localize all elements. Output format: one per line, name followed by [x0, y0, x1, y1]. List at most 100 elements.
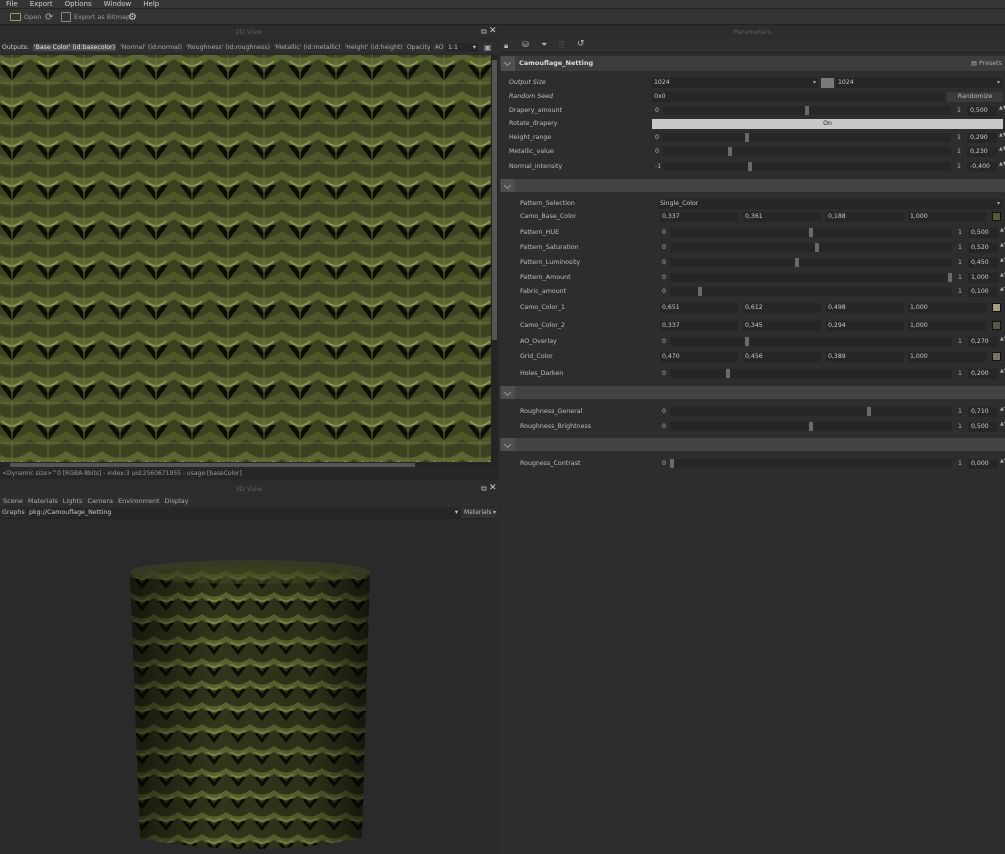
slider-thumb[interactable] [867, 407, 872, 416]
value-field[interactable]: 0,200 [968, 369, 998, 379]
value-field[interactable]: 0,710 [968, 407, 998, 417]
stepper-arrows[interactable]: ▲▼ [1000, 459, 1005, 469]
color-channel-g[interactable]: 0,456 [743, 352, 821, 362]
materials-button[interactable]: Materials ▾ [462, 508, 497, 518]
value-field[interactable]: 0,000 [968, 459, 998, 469]
color-channel-r[interactable]: 0,337 [660, 212, 738, 222]
randomize-button[interactable]: Randomize [947, 92, 1003, 102]
tab-materials[interactable]: Materials [28, 497, 58, 505]
filter-icon[interactable]: ⏷ [541, 40, 547, 50]
presets-button[interactable]: ▤ Presets [971, 56, 1002, 71]
value-field[interactable]: 0,520 [968, 243, 998, 253]
value-slider[interactable] [670, 273, 952, 282]
value-slider[interactable] [663, 147, 951, 156]
tab-camera[interactable]: Camera [87, 497, 113, 505]
tab-scene[interactable]: Scene [3, 497, 23, 505]
color-channel-b[interactable]: 0,389 [826, 352, 904, 362]
stepper-arrows[interactable]: ▲▼ [1000, 258, 1005, 268]
value-slider[interactable] [663, 162, 951, 171]
output-roughness[interactable]: 'Roughness' (id:roughness) [186, 44, 270, 51]
slider-thumb[interactable] [805, 106, 809, 115]
zoom-select[interactable]: 1:1 ▾ [446, 43, 478, 52]
seed-field[interactable]: 0x0 [652, 92, 945, 102]
value-field[interactable]: 0,230 [967, 147, 997, 157]
value-field[interactable]: 1,000 [968, 273, 998, 283]
stepper-arrows[interactable]: ▲▼ [1000, 369, 1005, 379]
color-channel-r[interactable]: 0,337 [660, 321, 738, 331]
color-channel-b[interactable]: 0,294 [826, 321, 904, 331]
export-bitmap-button[interactable]: Export as Bitmap [61, 11, 130, 23]
color-channel-g[interactable]: 0,361 [743, 212, 821, 222]
horizontal-scroll-thumb[interactable] [10, 463, 415, 467]
tab-environment[interactable]: Environment [118, 497, 160, 505]
3d-viewport[interactable] [0, 520, 498, 854]
value-slider[interactable] [670, 337, 952, 346]
reload-button[interactable]: ⟳ [45, 11, 53, 23]
color-swatch[interactable] [992, 321, 1001, 330]
value-field[interactable]: 0,290 [967, 133, 997, 143]
output-basecolor[interactable]: 'Base Color' (id:basecolor) [32, 44, 116, 51]
slider-thumb[interactable] [725, 369, 730, 378]
color-channel-r[interactable]: 0,651 [660, 303, 738, 313]
undock-icon[interactable]: ⧉ [481, 27, 487, 37]
slider-thumb[interactable] [745, 337, 750, 346]
color-channel-r[interactable]: 0,470 [660, 352, 738, 362]
rougness-section-toggle[interactable] [501, 438, 515, 451]
stepper-arrows[interactable]: ▲▼ [1000, 422, 1005, 432]
pattern-selection-dropdown[interactable]: Single_Color [658, 199, 1003, 209]
stepper-arrows[interactable]: ▲▼ [1000, 273, 1005, 283]
slider-thumb[interactable] [948, 273, 952, 282]
color-swatch[interactable] [992, 303, 1001, 312]
tab-display[interactable]: Display [165, 497, 189, 505]
reset-icon[interactable]: ↺ [577, 39, 585, 49]
output-height-select[interactable]: 1024 [836, 78, 1002, 88]
value-field[interactable]: 0,100 [968, 287, 998, 297]
value-field[interactable]: 0,500 [968, 228, 998, 238]
slider-thumb[interactable] [814, 243, 819, 252]
color-swatch[interactable] [992, 352, 1001, 361]
slider-thumb[interactable] [728, 147, 733, 156]
output-height[interactable]: 'Height' (id:height) [345, 44, 403, 51]
stepper-arrows[interactable]: ▲▼ [1000, 243, 1005, 253]
graph-select[interactable]: pkg://Camouflage_Netting ▾ [27, 508, 460, 518]
menu-help[interactable]: Help [137, 0, 165, 9]
roughness-section-toggle[interactable] [501, 386, 515, 399]
menu-file[interactable]: File [0, 0, 24, 9]
color-channel-b[interactable]: 0,188 [826, 212, 904, 222]
value-slider[interactable] [670, 459, 952, 468]
stepper-arrows[interactable]: ▲▼ [1000, 407, 1005, 417]
lock-icon[interactable]: 🔒︎ [504, 41, 508, 51]
slider-thumb[interactable] [670, 459, 674, 468]
value-slider[interactable] [670, 369, 952, 378]
value-field[interactable]: 0,270 [968, 337, 998, 347]
color-channel-b[interactable]: 0,498 [826, 303, 904, 313]
close-icon[interactable]: ✕ [489, 26, 497, 36]
stepper-arrows[interactable]: ▲▼ [1000, 228, 1005, 238]
color-channel-a[interactable]: 1,000 [908, 321, 986, 331]
value-field[interactable]: 0,500 [967, 106, 997, 116]
value-slider[interactable] [670, 258, 952, 267]
menu-export[interactable]: Export [24, 0, 59, 9]
color-swatch[interactable] [992, 212, 1001, 221]
stepper-arrows[interactable]: ▲▼ [999, 162, 1005, 172]
color-channel-a[interactable]: 1,000 [908, 303, 986, 313]
color-section-toggle[interactable] [501, 179, 515, 192]
slider-thumb[interactable] [697, 287, 702, 296]
slider-thumb[interactable] [745, 133, 750, 142]
vertical-scroll-thumb[interactable] [492, 60, 497, 340]
settings-button[interactable]: ⚙ [128, 11, 137, 23]
link-size-button[interactable] [821, 78, 834, 88]
output-width-select[interactable]: 1024 [652, 78, 818, 88]
output-opacity[interactable]: Opacity [407, 44, 431, 51]
slider-thumb[interactable] [809, 228, 813, 237]
output-metallic[interactable]: 'Metallic' (id:metallic) [274, 44, 340, 51]
stepper-arrows[interactable]: ▲▼ [999, 147, 1005, 157]
slider-thumb[interactable] [795, 258, 800, 267]
stack-icon[interactable]: ⛁ [522, 40, 529, 49]
value-field[interactable]: -0,400 [967, 162, 997, 172]
stepper-arrows[interactable]: ▲▼ [999, 133, 1005, 143]
color-channel-g[interactable]: 0,345 [743, 321, 821, 331]
stepper-arrows[interactable]: ▲▼ [1000, 337, 1005, 347]
texture-2d-viewport[interactable] [0, 55, 491, 462]
value-field[interactable]: 0,450 [968, 258, 998, 268]
